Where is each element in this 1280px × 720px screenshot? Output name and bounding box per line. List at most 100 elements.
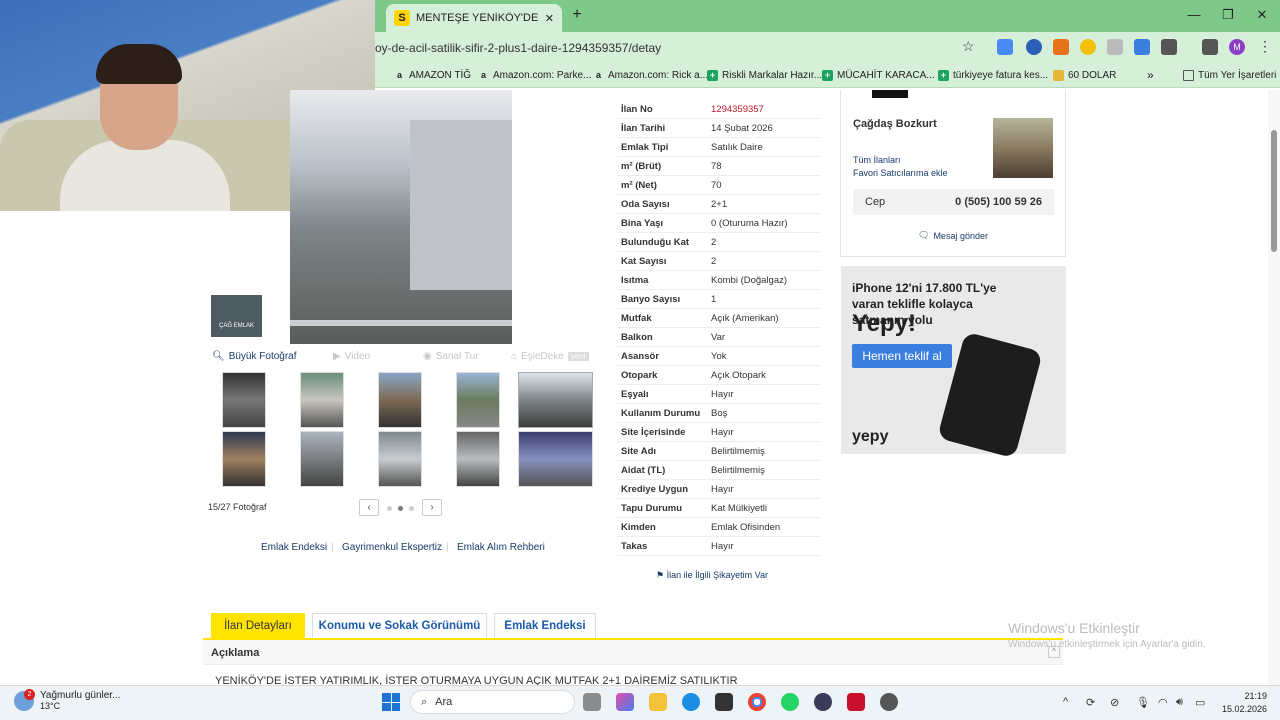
photo-thumbnail[interactable] — [378, 431, 422, 487]
copilot-icon[interactable] — [616, 693, 634, 711]
media-control-icon[interactable] — [1202, 39, 1218, 55]
photo-thumbnail[interactable] — [378, 372, 422, 428]
bookmark-item[interactable]: + türkiyeye fatura kes... — [938, 66, 1048, 84]
color-extension-icon[interactable] — [1080, 39, 1096, 55]
page-dot[interactable] — [387, 506, 392, 511]
scrollbar-thumb[interactable] — [1271, 130, 1277, 252]
all-bookmarks-button[interactable]: Tüm Yer İşaretleri — [1183, 66, 1276, 84]
virtual-tour-button[interactable]: ◉ Sanal Tur — [423, 349, 479, 363]
complaint-link[interactable]: ⚑ İlan ile İlgili Şikayetim Var — [656, 570, 768, 581]
page-dot-active[interactable] — [398, 506, 403, 511]
tray-app-icon[interactable]: ⊘ — [1110, 696, 1119, 709]
chrome-icon[interactable] — [748, 693, 766, 711]
ad-cta-button[interactable]: Hemen teklif al — [852, 344, 952, 368]
app-icon[interactable] — [847, 693, 865, 711]
next-page-button[interactable]: › — [422, 499, 442, 516]
photo-thumbnail[interactable] — [222, 372, 266, 428]
detail-row: Balkon Var — [617, 328, 820, 347]
main-listing-photo[interactable] — [290, 90, 512, 344]
js-extension-icon[interactable] — [1053, 39, 1069, 55]
minimize-button[interactable]: — — [1184, 6, 1204, 24]
profile-avatar[interactable]: M — [1229, 39, 1245, 55]
photo-thumbnail[interactable] — [300, 431, 344, 487]
bookmark-item[interactable]: a Amazon.com: Rick a... — [593, 66, 708, 84]
photo-thumbnail[interactable] — [222, 431, 266, 487]
phone-number: 0 (505) 100 59 26 — [955, 196, 1042, 208]
settings-gear-icon[interactable] — [880, 693, 898, 711]
detail-key: Site İçerisinde — [621, 426, 686, 438]
detail-key: Kullanım Durumu — [621, 407, 701, 419]
detail-row: Mutfak Açık (Amerikan) — [617, 309, 820, 328]
start-button[interactable] — [382, 693, 400, 711]
bookmark-item[interactable]: + Riskli Markalar Hazır... — [707, 66, 822, 84]
detail-row: m² (Brüt) 78 — [617, 157, 820, 176]
folder-icon — [1053, 69, 1064, 81]
photo-thumbnail[interactable] — [518, 431, 593, 487]
wifi-icon[interactable]: ◠ — [1158, 696, 1168, 709]
detail-key: Oda Sayısı — [621, 198, 670, 210]
bookmark-item[interactable]: a Amazon.com: Parke... — [478, 66, 591, 84]
battery-icon[interactable]: ▭ — [1195, 696, 1205, 709]
whatsapp-icon[interactable] — [781, 693, 799, 711]
microphone-icon[interactable]: 🎙︎ — [1136, 696, 1150, 709]
more-bookmarks-icon[interactable]: » — [1147, 66, 1154, 84]
task-view-icon[interactable] — [583, 693, 601, 711]
taskbar-clock[interactable]: 21:19 15.02.2026 — [1215, 690, 1267, 716]
detail-value: Emlak Ofisinden — [711, 521, 781, 533]
detail-value: 2 — [711, 236, 717, 248]
app-icon[interactable] — [814, 693, 832, 711]
bookmark-star-icon[interactable]: ☆ — [962, 38, 978, 56]
audio-extension-icon[interactable] — [1134, 39, 1150, 55]
page-dot[interactable] — [409, 506, 414, 511]
tray-chevron-icon[interactable]: ^ — [1063, 696, 1068, 708]
new-tab-button[interactable]: + — [568, 6, 586, 24]
detail-value: 14 Şubat 2026 — [711, 122, 773, 134]
close-tab-icon[interactable]: ✕ — [545, 12, 554, 25]
close-window-button[interactable]: ✕ — [1252, 6, 1272, 24]
all-listings-link[interactable]: Tüm İlanları — [853, 155, 901, 165]
store-icon[interactable] — [715, 693, 733, 711]
detail-key: Tapu Durumu — [621, 502, 683, 514]
big-photo-button[interactable]: 🔍︎ Büyük Fotoğraf — [212, 349, 297, 363]
menu-kebab-icon[interactable]: ⋮ — [1258, 38, 1272, 55]
translate-extension-icon[interactable] — [997, 39, 1013, 55]
property-match-button[interactable]: ⌂ EşleDeke yeni — [511, 349, 589, 363]
edge-icon[interactable] — [682, 693, 700, 711]
browser-tab-active[interactable]: S MENTEŞE YENİKÖY'DE ACİL SAT ✕ — [386, 4, 562, 32]
photo-thumbnail[interactable] — [456, 372, 500, 428]
prev-page-button[interactable]: ‹ — [359, 499, 379, 516]
tab-konum-sokak[interactable]: Konumu ve Sokak Görünümü — [312, 613, 487, 638]
detail-row: Bulunduğu Kat 2 — [617, 233, 820, 252]
vpn-extension-icon[interactable] — [1026, 39, 1042, 55]
detail-key: Bulunduğu Kat — [621, 236, 690, 248]
favorite-seller-link[interactable]: Favori Satıcılarıma ekle — [853, 168, 948, 178]
bookmark-item[interactable]: a AMAZON TİĞ — [394, 66, 471, 84]
gayrimenkul-ekspertiz-link[interactable]: Gayrimenkul Ekspertiz — [342, 542, 442, 553]
detail-row: Emlak Tipi Satılık Daire — [617, 138, 820, 157]
tray-app-icon[interactable]: ⟳ — [1086, 696, 1095, 709]
photo-thumbnail[interactable] — [300, 372, 344, 428]
video-button[interactable]: ▶ Video — [333, 349, 370, 363]
taskbar-search[interactable]: ⌕ Ara — [410, 690, 575, 714]
send-message-link[interactable]: 🗨︎ Mesaj gönder — [918, 230, 988, 241]
weather-widget[interactable]: 2 Yağmurlu günler... 13°C — [14, 688, 120, 711]
emlak-endeksi-link[interactable]: Emlak Endeksi — [261, 542, 327, 553]
bookmark-item[interactable]: 60 DOLAR — [1053, 66, 1116, 84]
tab-emlak-endeksi[interactable]: Emlak Endeksi — [494, 613, 596, 638]
url-input[interactable]: oy-de-acil-satilik-sifir-2-plus1-daire-1… — [375, 37, 990, 59]
detail-value: Var — [711, 331, 726, 343]
photo-thumbnail-selected[interactable] — [518, 372, 593, 428]
maximize-button[interactable]: ❐ — [1218, 6, 1238, 24]
bookmark-item[interactable]: + MÜCAHİT KARACA... — [822, 66, 935, 84]
tab-ilan-detaylari[interactable]: İlan Detayları — [211, 613, 305, 638]
shield-extension-icon[interactable] — [1107, 39, 1123, 55]
detail-row: İlan Tarihi 14 Şubat 2026 — [617, 119, 820, 138]
phone-box[interactable]: Cep 0 (505) 100 59 26 — [853, 189, 1054, 215]
detail-value: Yok — [711, 350, 727, 362]
file-explorer-icon[interactable] — [649, 693, 667, 711]
volume-icon[interactable]: 🔊︎ — [1176, 696, 1183, 709]
emlak-alim-rehberi-link[interactable]: Emlak Alım Rehberi — [457, 542, 545, 553]
extensions-puzzle-icon[interactable] — [1161, 39, 1177, 55]
link-separator: | — [331, 542, 334, 553]
photo-thumbnail[interactable] — [456, 431, 500, 487]
